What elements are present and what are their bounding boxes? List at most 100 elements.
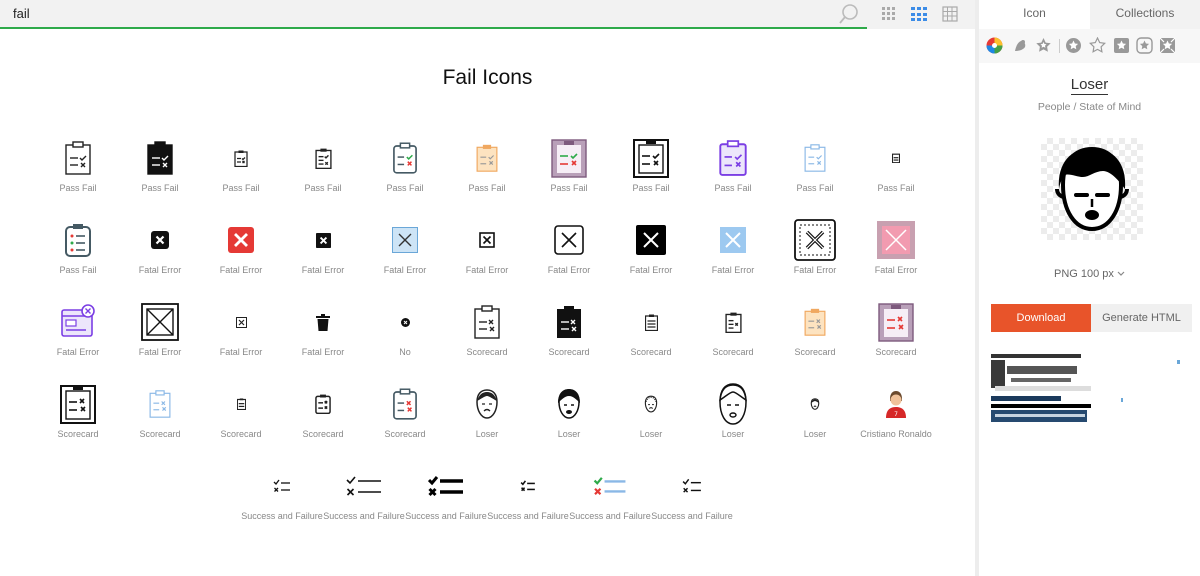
checklist-icon — [346, 476, 381, 496]
icon-loser-4[interactable]: Loser — [692, 383, 774, 440]
clipboard-check-icon — [60, 385, 96, 424]
icon-scorecard-9[interactable]: Scorecard — [200, 384, 282, 440]
search-icon[interactable] — [838, 3, 860, 25]
clipboard-check-icon — [804, 308, 826, 336]
icon-scorecard-3[interactable]: Scorecard — [610, 302, 692, 358]
selected-icon-category[interactable]: People / State of Mind — [979, 101, 1200, 113]
icon-pass-fail-5[interactable]: Pass Fail — [364, 138, 446, 194]
icon-label: Fatal Error — [793, 265, 837, 275]
ad-banner-image[interactable] — [991, 352, 1191, 424]
clipboard-check-icon — [878, 303, 914, 342]
icon-fatal-error-4[interactable]: Fatal Error — [364, 220, 446, 276]
icon-scorecard-10[interactable]: Scorecard — [282, 384, 364, 440]
icon-scorecard-4[interactable]: Scorecard — [692, 302, 774, 358]
hand-drawn-style-icon[interactable] — [1012, 37, 1029, 54]
chevron-down-icon[interactable] — [1117, 271, 1125, 277]
icon-scorecard-6[interactable]: Scorecard — [855, 302, 937, 358]
grid-table-icon[interactable] — [942, 6, 958, 22]
icon-label: Pass Fail — [796, 183, 834, 193]
selected-icon-name[interactable]: Loser — [979, 76, 1200, 95]
icon-pass-fail-7[interactable]: Pass Fail — [528, 138, 610, 194]
square-style-icon[interactable] — [1113, 37, 1130, 54]
close-circle-icon — [400, 317, 410, 327]
icon-label: Fatal Error — [629, 265, 673, 275]
grid-medium-icon[interactable] — [911, 6, 927, 22]
icon-label: Pass Fail — [141, 183, 179, 193]
icon-pass-fail-8[interactable]: Pass Fail — [610, 138, 692, 194]
icon-pass-fail-6[interactable]: Pass Fail — [446, 138, 528, 194]
generate-html-button[interactable]: Generate HTML — [1091, 304, 1192, 332]
icon-pass-fail-1[interactable]: Pass Fail — [37, 138, 119, 194]
icon-scorecard-11[interactable]: Scorecard — [364, 384, 446, 440]
search-input[interactable] — [0, 0, 830, 27]
icon-fatal-error-7[interactable]: Fatal Error — [610, 220, 692, 276]
icon-fatal-error-14[interactable]: Fatal Error — [282, 302, 364, 358]
icon-fatal-error-2[interactable]: Fatal Error — [200, 220, 282, 276]
icon-scorecard-2[interactable]: Scorecard — [528, 302, 610, 358]
clipboard-check-icon — [633, 139, 669, 178]
icon-label: Scorecard — [630, 347, 672, 357]
checklist-icon — [273, 479, 290, 492]
icon-scorecard-1[interactable]: Scorecard — [446, 302, 528, 358]
icon-label: Success and Failure — [241, 511, 323, 521]
icon-label: Loser — [803, 429, 827, 439]
icon-fatal-error-11[interactable]: Fatal Error — [37, 302, 119, 358]
tab-collections[interactable]: Collections — [1090, 0, 1200, 29]
icon-fatal-error-10[interactable]: Fatal Error — [855, 220, 937, 276]
cutout-style-icon[interactable] — [1159, 37, 1176, 54]
icon-success-failure-2[interactable]: Success and Failure — [323, 466, 405, 522]
icon-loser-3[interactable]: Loser — [610, 384, 692, 440]
icon-pass-fail-2[interactable]: Pass Fail — [119, 138, 201, 194]
icon-success-failure-3[interactable]: Success and Failure — [405, 466, 487, 522]
download-button[interactable]: Download — [991, 304, 1091, 332]
icon-scorecard-8[interactable]: Scorecard — [119, 384, 201, 440]
icon-label: Fatal Error — [383, 265, 427, 275]
badge-style-icon[interactable] — [1035, 37, 1052, 54]
icon-fatal-error-3[interactable]: Fatal Error — [282, 220, 364, 276]
outline-style-icon[interactable] — [1089, 37, 1106, 54]
icon-pass-fail-10[interactable]: Pass Fail — [774, 138, 856, 194]
face-icon — [558, 389, 580, 419]
clipboard-check-icon — [474, 305, 500, 339]
icon-scorecard-5[interactable]: Scorecard — [774, 302, 856, 358]
icon-fatal-error-13[interactable]: Fatal Error — [200, 302, 282, 358]
icon-fatal-error-1[interactable]: Fatal Error — [119, 220, 201, 276]
icon-pass-fail-12[interactable]: Pass Fail — [37, 220, 119, 276]
icon-loser-5[interactable]: Loser — [774, 384, 856, 440]
icon-fatal-error-6[interactable]: Fatal Error — [528, 220, 610, 276]
grid-small-icon[interactable] — [881, 6, 897, 22]
icon-label: Fatal Error — [219, 347, 263, 357]
icon-success-failure-1[interactable]: Success and Failure — [241, 466, 323, 522]
icon-no[interactable]: No — [364, 302, 446, 358]
icon-loser-2[interactable]: Loser — [528, 384, 610, 440]
icon-pass-fail-11[interactable]: Pass Fail — [855, 138, 937, 194]
format-select-label[interactable]: PNG 100 px — [1054, 268, 1114, 280]
close-box-icon — [720, 227, 746, 253]
clipboard-check-icon — [557, 306, 581, 338]
icon-fatal-error-8[interactable]: Fatal Error — [692, 220, 774, 276]
icon-loser-1[interactable]: Loser — [446, 384, 528, 440]
icon-scorecard-7[interactable]: Scorecard — [37, 384, 119, 440]
close-box-icon — [235, 316, 247, 328]
color-wheel-icon[interactable] — [986, 37, 1003, 54]
selected-icon-name-text[interactable]: Loser — [1070, 76, 1109, 95]
icon-success-failure-6[interactable]: Success and Failure — [651, 466, 733, 522]
clipboard-check-icon — [393, 142, 417, 174]
rounded-square-style-icon[interactable] — [1136, 37, 1153, 54]
icon-pass-fail-9[interactable]: Pass Fail — [692, 138, 774, 194]
circle-style-icon[interactable] — [1065, 37, 1082, 54]
icon-fatal-error-5[interactable]: Fatal Error — [446, 220, 528, 276]
checklist-icon — [428, 476, 463, 497]
tab-icon[interactable]: Icon — [979, 0, 1090, 29]
icon-pass-fail-4[interactable]: Pass Fail — [282, 138, 364, 194]
close-box-icon — [141, 303, 179, 341]
icon-pass-fail-3[interactable]: Pass Fail — [200, 138, 282, 194]
clipboard-check-icon — [149, 390, 171, 418]
close-box-icon — [554, 225, 584, 255]
icon-success-failure-4[interactable]: Success and Failure — [487, 466, 569, 522]
icon-cristiano-ronaldo[interactable]: 7 Cristiano Ronaldo — [855, 384, 937, 440]
icon-success-failure-5[interactable]: Success and Failure — [569, 466, 651, 522]
icon-fatal-error-9[interactable]: Fatal Error — [774, 219, 856, 276]
icon-fatal-error-12[interactable]: Fatal Error — [119, 302, 201, 358]
format-select[interactable]: PNG 100 px — [979, 268, 1200, 280]
